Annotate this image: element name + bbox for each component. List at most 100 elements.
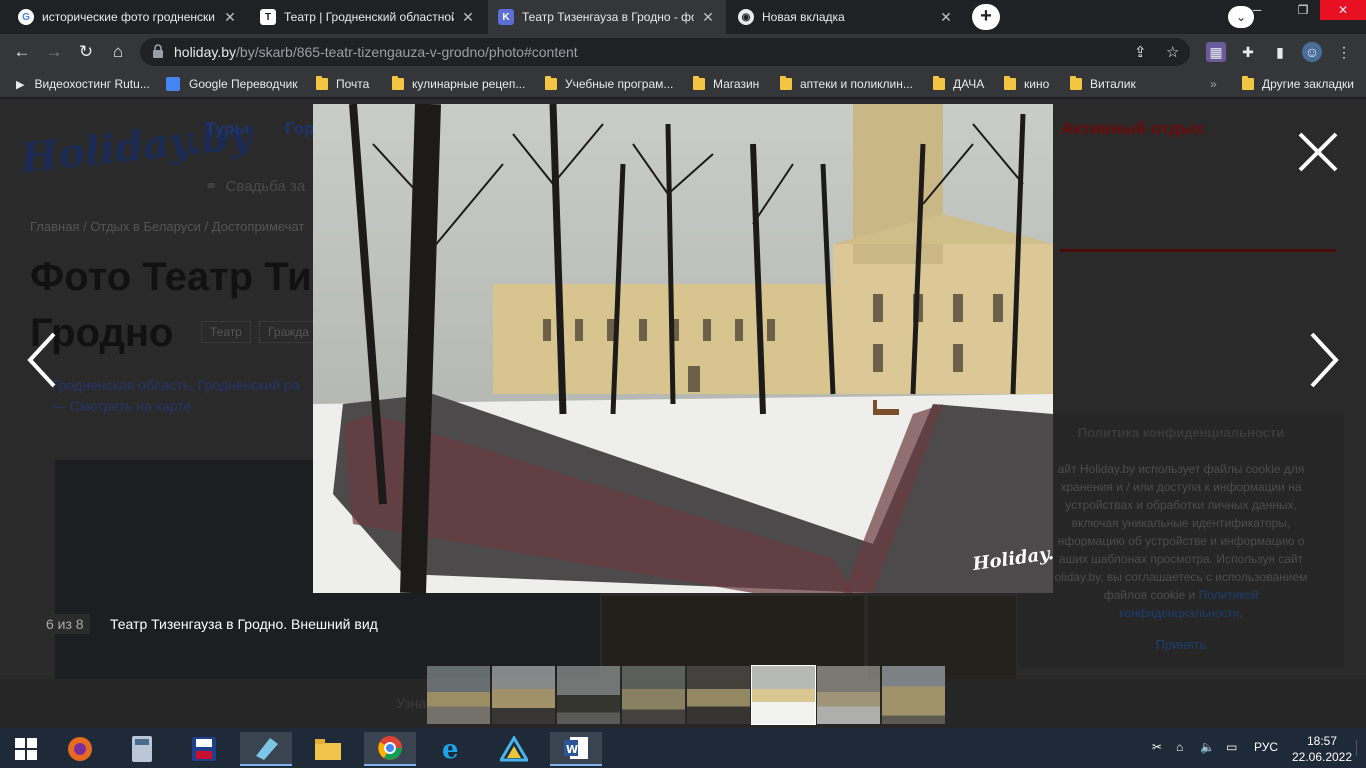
tab-new[interactable]: ◉ Новая вкладка ✕ <box>728 0 964 34</box>
bookmark-translate[interactable]: Google Переводчик <box>166 75 298 93</box>
notepad-icon[interactable] <box>240 732 292 766</box>
bookmark-vitalik[interactable]: Виталик <box>1070 75 1136 93</box>
bookmark-mail[interactable]: Почта <box>316 75 369 93</box>
extensions-puzzle-icon[interactable]: ✚ <box>1238 42 1258 62</box>
other-bookmarks[interactable]: Другие закладки <box>1242 75 1354 93</box>
thumbnail[interactable] <box>492 666 555 724</box>
folder-icon <box>933 76 945 90</box>
battery-icon[interactable]: ▭ <box>1226 740 1237 754</box>
tab-title: Новая вкладка <box>762 10 845 24</box>
bookmark-label: Магазин <box>713 77 760 91</box>
bookmark-label: Видеохостинг Rutu... <box>34 77 150 91</box>
lock-icon[interactable] <box>152 44 164 58</box>
clock-date: 22.06.2022 <box>1291 750 1353 764</box>
rings-icon: ⚭ <box>205 178 218 195</box>
tab-theatre[interactable]: T Театр | Гродненский областной ✕ <box>250 0 486 34</box>
thumbnail[interactable] <box>882 666 945 724</box>
accept-cookies-button[interactable]: Принять <box>1044 636 1318 654</box>
new-tab-button[interactable]: + <box>972 4 1000 30</box>
thumbnail[interactable] <box>817 666 880 724</box>
bookmark-shop[interactable]: Магазин <box>693 75 759 93</box>
lightbox-prev-icon[interactable] <box>24 330 60 390</box>
folder-icon <box>392 76 404 90</box>
share-icon[interactable]: ⇪ <box>1134 43 1147 61</box>
windows-taskbar: e W ✂ ⌂ 🔈 ▭ РУС 18:57 22.06.2022 <box>0 728 1366 768</box>
back-icon[interactable]: ← <box>10 40 34 64</box>
bookmark-label: ДАЧА <box>953 77 985 91</box>
url-host: holiday.by <box>174 44 237 60</box>
tab-title: Театр | Гродненский областной <box>284 10 454 24</box>
notifications-icon[interactable] <box>1356 740 1364 756</box>
wedding-link[interactable]: ⚭ Свадьба за <box>205 177 305 195</box>
internet-explorer-icon[interactable]: e <box>426 732 478 766</box>
bookmark-kino[interactable]: кино <box>1004 75 1049 93</box>
tab-google-search[interactable]: G исторические фото гродненски ✕ <box>8 0 248 34</box>
thumbnail[interactable] <box>557 666 620 724</box>
bookmark-study[interactable]: Учебные програм... <box>545 75 673 93</box>
tab-holiday[interactable]: K Театр Тизенгауза в Гродно - фот ✕ <box>488 0 726 34</box>
close-tab-icon[interactable]: ✕ <box>460 9 476 26</box>
firefox-icon[interactable] <box>54 732 106 766</box>
minimize-button[interactable]: ─ <box>1234 0 1280 20</box>
calculator-icon[interactable] <box>116 732 168 766</box>
folder-icon <box>1070 76 1082 90</box>
chrome-icon[interactable] <box>364 732 416 766</box>
thumbnail-current[interactable] <box>751 665 816 725</box>
clock[interactable]: 18:57 22.06.2022 <box>1290 733 1354 765</box>
cookie-banner: Политика конфиденциальности айт Holiday.… <box>1018 414 1344 668</box>
nav-active-rest[interactable]: Активный отдых <box>1061 119 1204 139</box>
bookmark-recipes[interactable]: кулинарные рецеп... <box>392 75 525 93</box>
address-bar[interactable]: holiday.by/by/skarb/865-teatr-tizengauza… <box>140 38 1190 66</box>
lightbox-close-icon[interactable] <box>1296 130 1340 174</box>
app-triangle-icon[interactable] <box>488 732 540 766</box>
bookmark-label: Другие закладки <box>1262 77 1354 91</box>
breadcrumb[interactable]: Главная / Отдых в Беларуси / Достопримеч… <box>30 219 304 234</box>
tag-civil[interactable]: Гражда <box>259 321 318 343</box>
browser-toolbar: ← → ↻ ⌂ holiday.by/by/skarb/865-teatr-ti… <box>0 34 1366 70</box>
thumbnail[interactable] <box>687 666 750 724</box>
windows-start-icon[interactable] <box>0 732 52 766</box>
bookmark-pharmacies[interactable]: аптеки и поликлин... <box>780 75 913 93</box>
folder-icon <box>1242 76 1254 90</box>
url-text[interactable]: holiday.by/by/skarb/865-teatr-tizengauza… <box>174 44 578 60</box>
thumbnail[interactable] <box>427 666 490 724</box>
extension-icon[interactable]: ▦ <box>1206 42 1226 62</box>
lightbox-photo[interactable]: Holiday.by <box>313 104 1053 593</box>
save-disk-icon[interactable] <box>178 732 230 766</box>
forward-icon[interactable]: → <box>42 40 66 64</box>
tray-tools-icon[interactable]: ✂ <box>1152 740 1162 754</box>
lightbox-next-icon[interactable] <box>1306 330 1342 390</box>
side-panel-icon[interactable]: ▮ <box>1270 42 1290 62</box>
folder-icon <box>545 76 557 90</box>
location-address[interactable]: Гродненская область, Гродненский ра <box>52 375 300 396</box>
nav-tours[interactable]: Туры <box>205 119 249 139</box>
language-indicator[interactable]: РУС <box>1254 740 1278 754</box>
close-tab-icon[interactable]: ✕ <box>700 9 716 26</box>
tab-title: исторические фото гродненски <box>42 10 215 24</box>
tag-theatre[interactable]: Театр <box>201 321 251 343</box>
cookie-body: айт Holiday.by использует файлы cookie д… <box>1054 462 1308 602</box>
reload-icon[interactable]: ↻ <box>74 40 98 64</box>
bookmarks-overflow-button[interactable]: » <box>1210 75 1217 93</box>
network-icon[interactable]: ⌂ <box>1176 740 1183 754</box>
map-link[interactable]: — Смотреть на карте <box>52 396 300 417</box>
nav-cities[interactable]: Гор <box>285 119 315 139</box>
menu-icon[interactable]: ⋮ <box>1334 42 1354 62</box>
file-explorer-icon[interactable] <box>302 732 354 766</box>
folder-icon <box>780 76 792 90</box>
word-icon[interactable]: W <box>550 732 602 766</box>
bookmark-dacha[interactable]: ДАЧА <box>933 75 984 93</box>
chrome-icon: ◉ <box>738 9 754 25</box>
volume-icon[interactable]: 🔈 <box>1200 740 1215 754</box>
photo-grid[interactable] <box>602 596 864 666</box>
bookmark-star-icon[interactable]: ☆ <box>1166 43 1179 61</box>
window-close-button[interactable]: ✕ <box>1320 0 1366 20</box>
close-tab-icon[interactable]: ✕ <box>938 9 954 26</box>
profile-avatar[interactable]: ☺ <box>1302 42 1322 62</box>
tab-strip: G исторические фото гродненски ✕ T Театр… <box>0 0 1366 34</box>
home-icon[interactable]: ⌂ <box>106 40 130 64</box>
close-tab-icon[interactable]: ✕ <box>222 9 238 26</box>
thumbnail[interactable] <box>622 666 685 724</box>
bookmark-rutube[interactable]: ▶ Видеохостинг Rutu... <box>16 75 150 93</box>
bookmark-label: Почта <box>336 77 370 91</box>
